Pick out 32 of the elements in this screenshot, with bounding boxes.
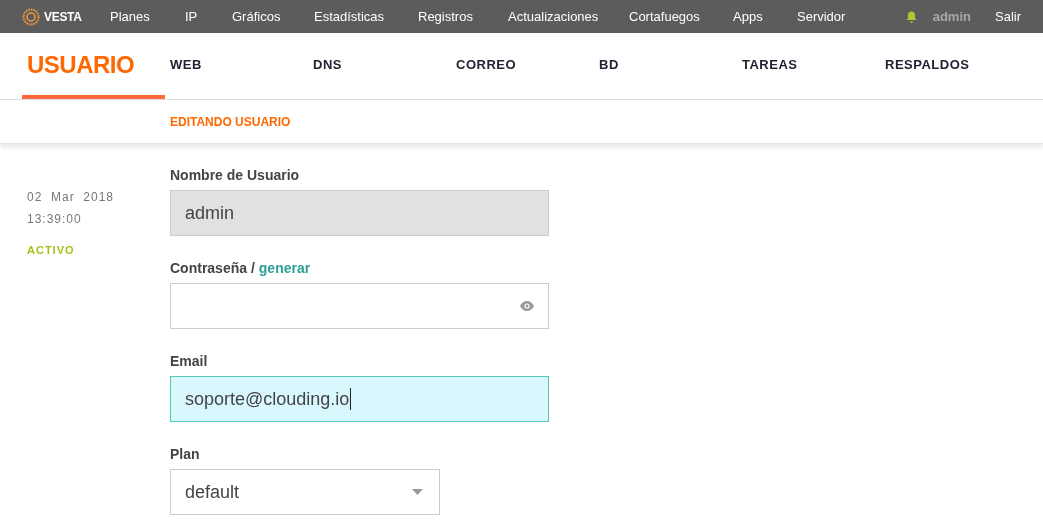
- email-field[interactable]: soporte@clouding.io: [170, 376, 549, 422]
- nav-tab[interactable]: BD: [594, 55, 619, 75]
- menu-link[interactable]: Cortafuegos: [629, 6, 700, 27]
- password-field[interactable]: [170, 283, 549, 329]
- menu-link[interactable]: Planes: [110, 6, 150, 27]
- nav-tab[interactable]: RESPALDOS: [880, 55, 970, 75]
- logo-icon: [22, 7, 40, 26]
- nav-tab[interactable]: TAREAS: [737, 55, 798, 75]
- plan-dropdown[interactable]: default: [170, 469, 440, 515]
- field-label: Nombre de Usuario: [170, 167, 300, 183]
- eye-icon[interactable]: [520, 301, 534, 311]
- time-text: 13:39:00: [27, 211, 83, 228]
- logout-link[interactable]: Salir: [995, 6, 1021, 27]
- menu-link[interactable]: Estadísticas: [314, 6, 385, 27]
- status-text: ACTIVO: [27, 243, 76, 258]
- breadcrumb: EDITANDO USUARIO: [170, 113, 291, 131]
- menu-link[interactable]: Apps: [733, 6, 763, 27]
- menu-link[interactable]: IP: [185, 6, 198, 27]
- menu-link[interactable]: Gráficos: [232, 6, 281, 27]
- field-label: Contraseña /: [170, 260, 255, 276]
- nav-tab[interactable]: CORREO: [451, 55, 517, 75]
- menu-link[interactable]: Actualizaciones: [508, 6, 599, 27]
- caret-icon: [412, 489, 423, 495]
- menu-link[interactable]: Registros: [418, 6, 473, 27]
- field-label: Email: [170, 353, 208, 369]
- nav-tab[interactable]: WEB: [165, 55, 202, 75]
- nav-tab[interactable]: DNS: [308, 55, 342, 75]
- field-label: Plan: [170, 446, 200, 462]
- logo-text: VESTA: [44, 8, 82, 26]
- menu-link[interactable]: Servidor: [797, 6, 846, 27]
- bell-icon[interactable]: [905, 10, 917, 23]
- date-text: 02 Mar 2018: [27, 189, 116, 206]
